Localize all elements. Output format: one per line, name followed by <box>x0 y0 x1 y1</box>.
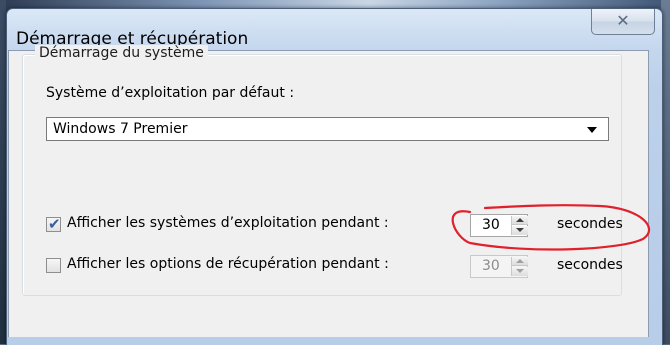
highlight-annotation <box>451 204 650 251</box>
